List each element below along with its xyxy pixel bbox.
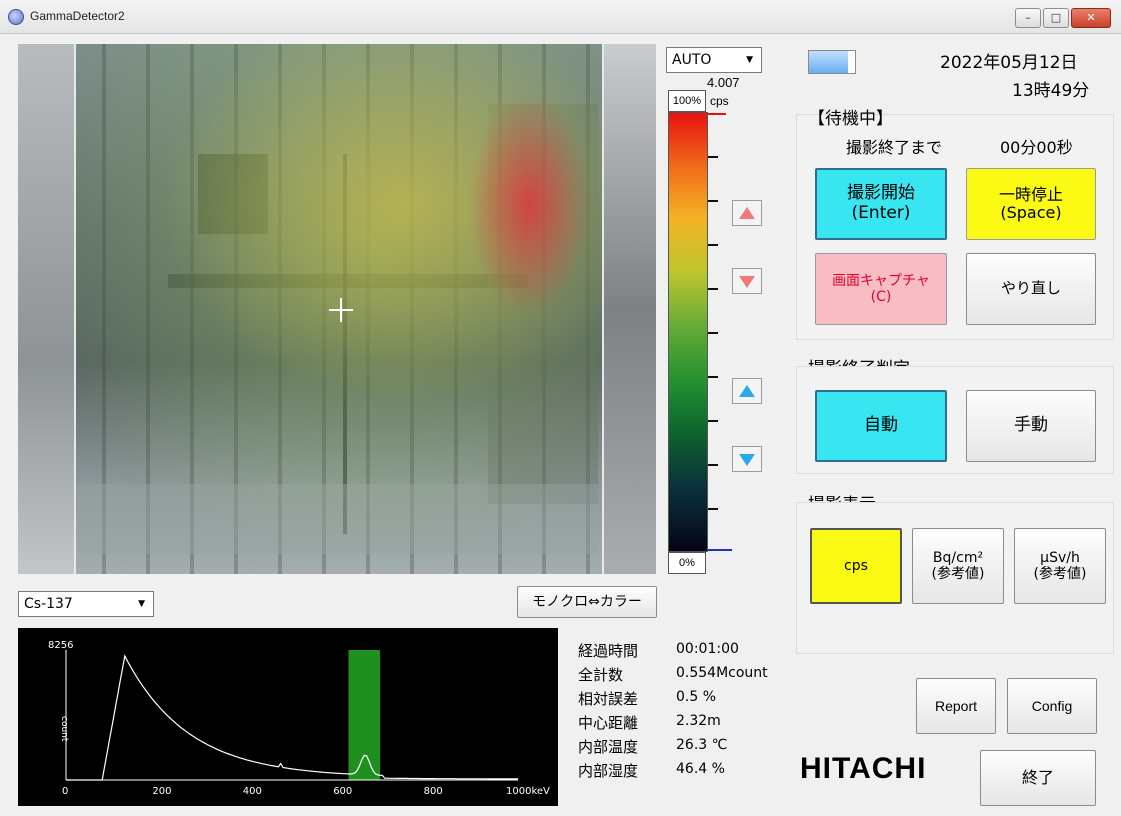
start-capture-button[interactable]: 撮影開始 (Enter): [815, 168, 947, 240]
minimize-button[interactable]: –: [1015, 8, 1041, 28]
scale-tick: [708, 332, 718, 334]
manual-judgement-button[interactable]: 手動: [966, 390, 1096, 462]
scale-mode-select[interactable]: AUTO ▼: [666, 47, 762, 73]
scale-tick: [708, 420, 718, 422]
x-tick-label: 0: [62, 786, 68, 797]
stat-value: 26.3 ℃: [676, 737, 728, 753]
screen-capture-shortcut: (C): [870, 289, 892, 305]
remaining-label: 撮影終了まで: [846, 138, 943, 157]
scale-tick: [708, 156, 718, 158]
image-boundary-right: [602, 44, 604, 574]
triangle-up-icon: [739, 207, 755, 219]
exit-button[interactable]: 終了: [980, 750, 1096, 806]
x-tick-label: 600: [333, 786, 352, 797]
bq-display-label: Bq/cm²: [932, 549, 984, 566]
stat-value: 46.4 %: [676, 761, 725, 777]
start-capture-label: 撮影開始: [847, 183, 915, 204]
maximize-button[interactable]: □: [1043, 8, 1069, 28]
pause-button[interactable]: 一時停止 (Space): [966, 168, 1096, 240]
crosshair-icon-vertical: [340, 298, 342, 322]
stat-value: 0.554Mcount: [676, 665, 768, 681]
roi-bar: [348, 650, 381, 780]
scale-top-label: 100%: [668, 90, 706, 112]
x-tick-label: 200: [152, 786, 171, 797]
chevron-down-icon: ▼: [746, 55, 753, 65]
color-scale-bar: [668, 112, 708, 552]
stat-label: 経過時間: [578, 642, 639, 660]
auto-judgement-button[interactable]: 自動: [815, 390, 947, 462]
scale-min-up-button[interactable]: [732, 378, 762, 404]
triangle-up-icon: [739, 385, 755, 397]
x-tick-label: 800: [424, 786, 443, 797]
x-tick-group: 0 200 400 600 800 1000keV: [62, 786, 550, 797]
scale-mode-value: AUTO: [672, 52, 712, 68]
triangle-down-icon: [739, 454, 755, 466]
stat-label: 内部温度: [578, 738, 639, 756]
stat-value: 2.32m: [676, 713, 721, 729]
scale-max-down-button[interactable]: [732, 268, 762, 294]
y-max-label: 8256: [48, 640, 73, 651]
image-boundary-left: [74, 44, 76, 574]
scale-unit: cps: [710, 94, 729, 108]
report-button[interactable]: Report: [916, 678, 996, 734]
scale-max-value: 4.007: [707, 75, 740, 90]
usv-display-button[interactable]: μSv/h (参考値): [1014, 528, 1106, 604]
chevron-down-icon: ▼: [138, 599, 145, 609]
pause-label: 一時停止: [998, 184, 1063, 204]
scale-tick: [708, 288, 718, 290]
screen-capture-label: 画面キャプチャ: [832, 272, 930, 289]
nuclide-select[interactable]: Cs-137 ▼: [18, 591, 154, 617]
scale-bottom-label: 0%: [668, 552, 706, 574]
screen-capture-button[interactable]: 画面キャプチャ (C): [815, 253, 947, 325]
status-state: 【待機中】: [808, 109, 893, 129]
bq-display-note: (参考値): [931, 566, 985, 582]
scale-tick: [708, 244, 718, 246]
config-button[interactable]: Config: [1007, 678, 1097, 734]
y-axis-label: count: [59, 716, 69, 742]
mono-color-toggle-button[interactable]: モノクロ⇔カラー: [517, 586, 657, 618]
spectrum-svg: 0 200 400 600 800 1000keV 8256 count: [48, 640, 550, 797]
x-tick-label: 1000keV: [506, 786, 550, 797]
scale-max-up-button[interactable]: [732, 200, 762, 226]
x-tick-label: 400: [243, 786, 262, 797]
scale-tick: [708, 376, 718, 378]
stat-label: 全計数: [578, 666, 624, 684]
redo-button[interactable]: やり直し: [966, 253, 1096, 325]
window-title: GammaDetector2: [30, 9, 125, 23]
scale-min-marker: [708, 549, 732, 551]
usv-display-note: (参考値): [1033, 566, 1087, 582]
stat-value: 00:01:00: [676, 641, 739, 657]
stat-label: 内部湿度: [578, 762, 639, 780]
measurement-progress-bar: [808, 50, 856, 74]
current-time: 13時49分: [1012, 81, 1090, 101]
nuclide-value: Cs-137: [24, 596, 73, 612]
stat-label: 中心距離: [578, 714, 639, 732]
app-globe-icon: [8, 9, 24, 25]
triangle-down-icon: [739, 276, 755, 288]
bq-display-button[interactable]: Bq/cm² (参考値): [912, 528, 1004, 604]
pause-shortcut: (Space): [1000, 203, 1062, 222]
brand-logo: HITACHI: [800, 752, 927, 785]
stat-value: 0.5 %: [676, 689, 717, 705]
usv-display-label: μSv/h: [1040, 549, 1080, 566]
cps-display-button[interactable]: cps: [810, 528, 902, 604]
progress-fill: [809, 51, 849, 73]
camera-heatmap-view[interactable]: [18, 44, 656, 574]
scale-tick: [708, 200, 718, 202]
remaining-value: 00分00秒: [1000, 138, 1073, 157]
close-button[interactable]: ✕: [1071, 8, 1111, 28]
scale-tick: [708, 508, 718, 510]
start-capture-shortcut: (Enter): [851, 203, 911, 223]
camera-left-region: [18, 44, 74, 574]
spectrum-line: [66, 654, 518, 781]
scale-max-marker: [708, 113, 726, 115]
stat-label: 相対誤差: [578, 690, 639, 708]
energy-spectrum-chart: 0 200 400 600 800 1000keV 8256 count: [18, 628, 558, 806]
title-bar: GammaDetector2 – □ ✕: [0, 0, 1121, 34]
scale-min-down-button[interactable]: [732, 446, 762, 472]
current-date: 2022年05月12日: [940, 53, 1078, 73]
camera-right-region: [604, 44, 656, 574]
scale-tick: [708, 464, 718, 466]
